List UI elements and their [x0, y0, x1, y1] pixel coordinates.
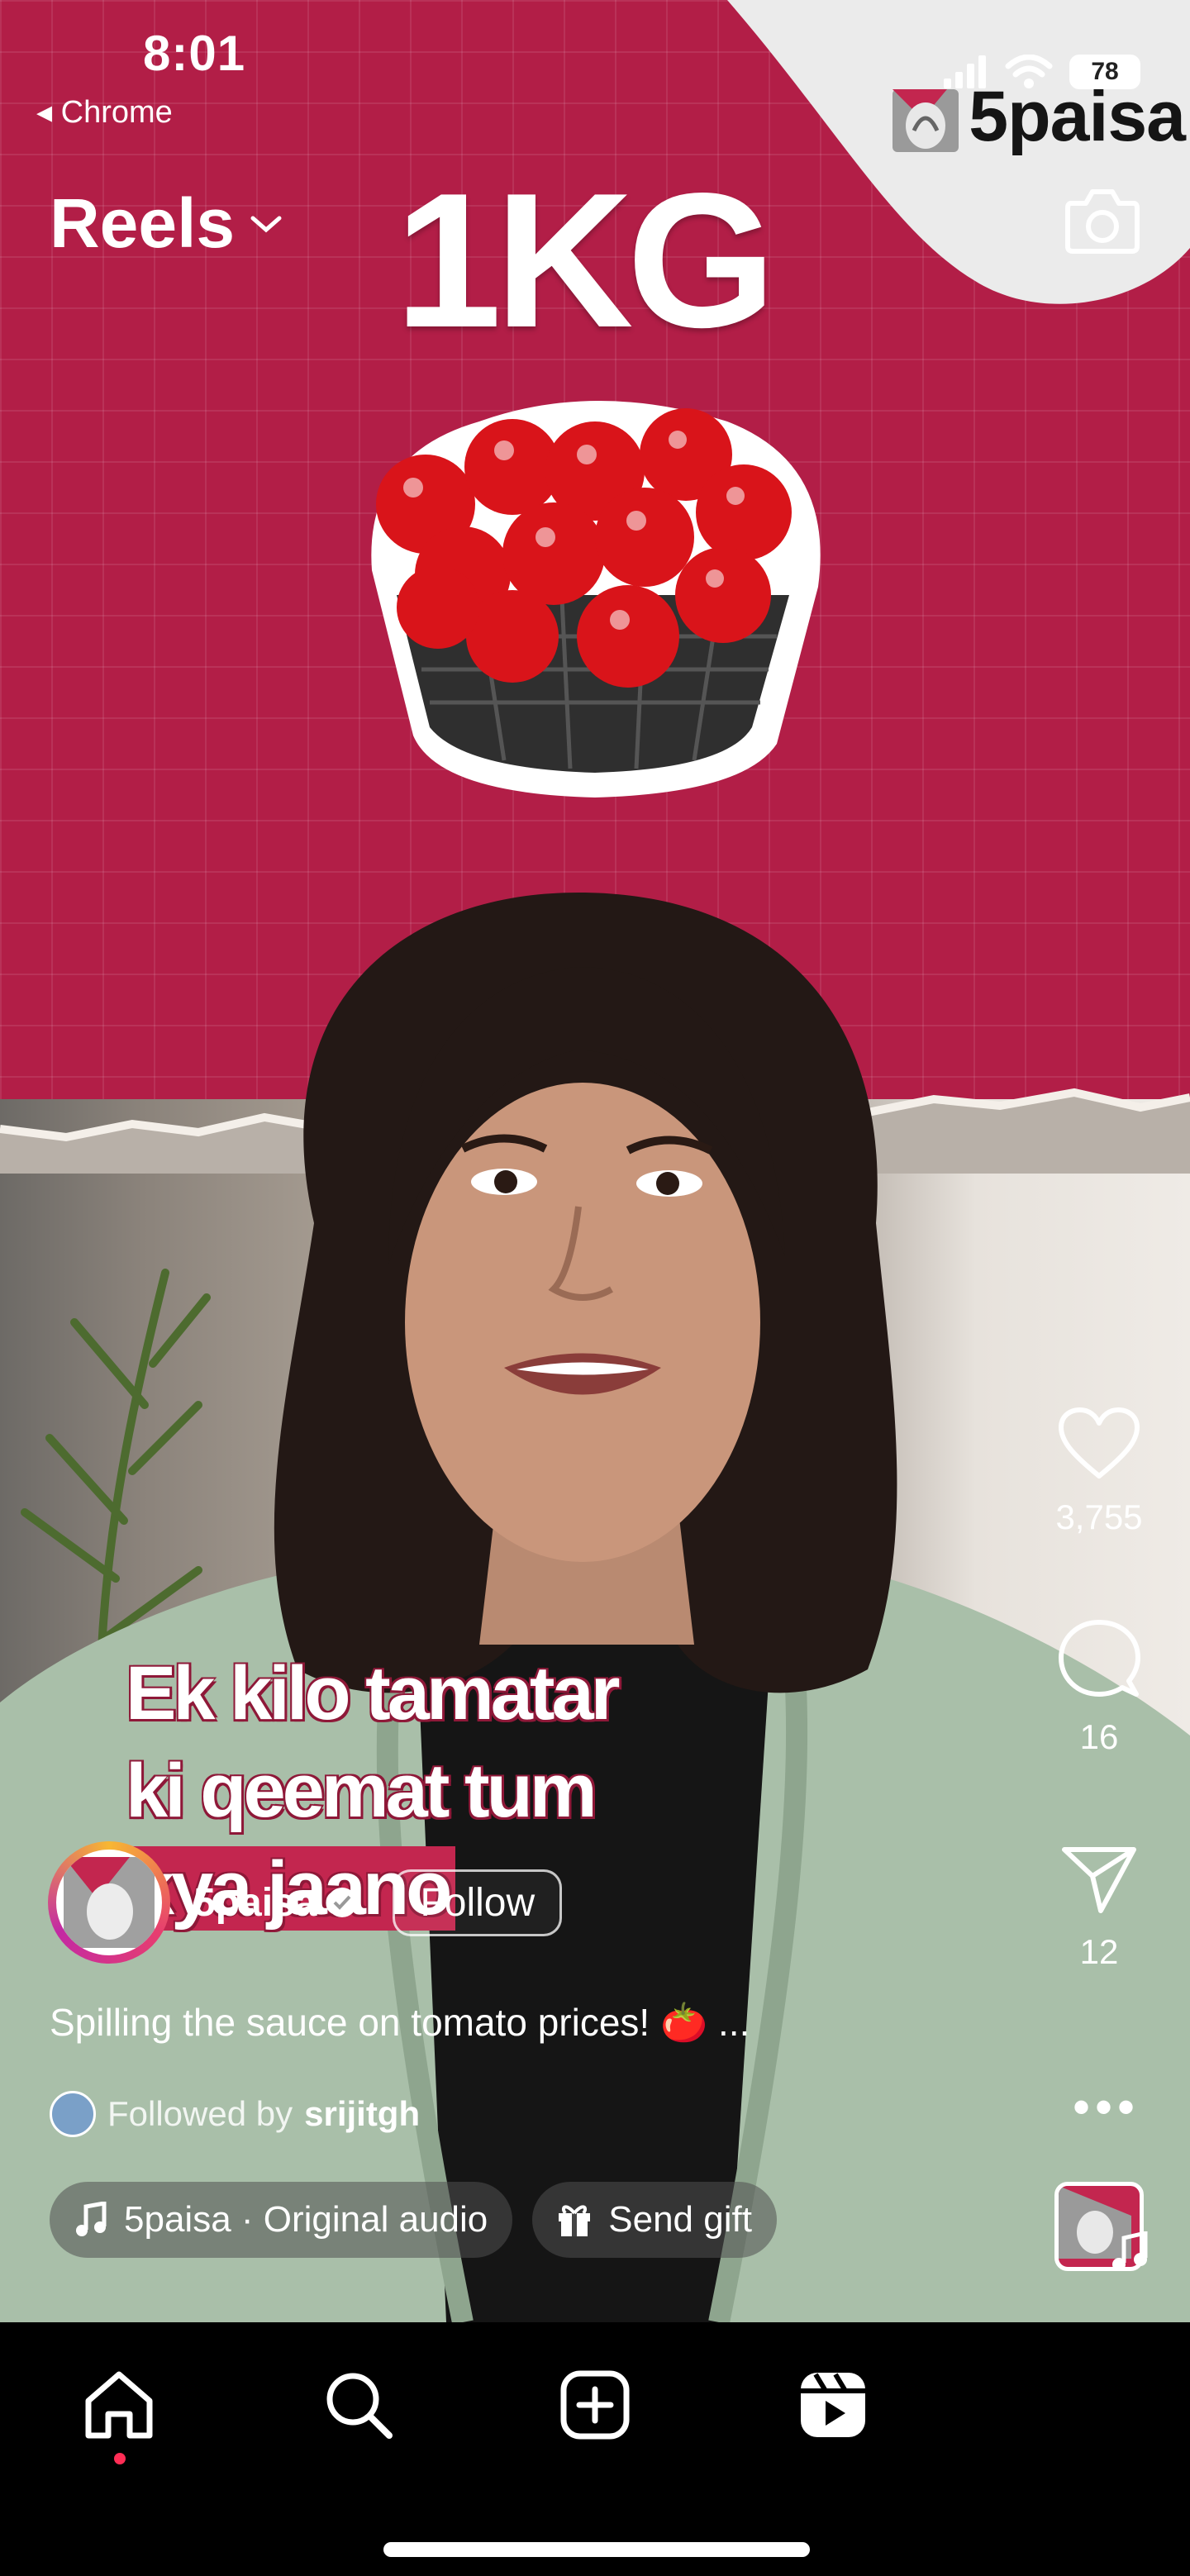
username-text: 5paisa — [193, 1880, 317, 1925]
home-icon — [85, 2371, 153, 2439]
create-icon — [560, 2370, 630, 2440]
reels-title-dropdown[interactable]: Reels — [50, 183, 283, 264]
reel-description[interactable]: Spilling the sauce on tomato prices! 🍅 .… — [50, 2000, 750, 2045]
bottom-nav — [0, 2322, 1190, 2576]
home-indicator — [383, 2542, 810, 2557]
status-time: 8:01 — [143, 26, 246, 81]
gift-icon — [559, 2205, 591, 2236]
heart-icon[interactable] — [1056, 1405, 1142, 1481]
reels-screen: 8:01 ◂ Chrome 78 5paisa Reels 1KG Ek kil… — [0, 0, 1190, 2576]
gift-label: Send gift — [608, 2199, 752, 2240]
battery-indicator: 78 — [1069, 55, 1140, 89]
audio-label: 5paisa · Original audio — [124, 2199, 488, 2240]
status-icons: 78 — [942, 55, 1140, 89]
subtitle-line-1: Ek kilo tamatar — [126, 1651, 621, 1736]
audio-pill[interactable]: 5paisa · Original audio — [50, 2182, 513, 2258]
comment-count: 16 — [1079, 1717, 1119, 1756]
reels-title: Reels — [50, 184, 236, 262]
reel-pills: 5paisa · Original audio Send gift — [50, 2182, 777, 2258]
share-action: 12 — [1016, 1845, 1182, 1972]
camera-icon[interactable] — [1064, 183, 1140, 256]
reel-video[interactable]: 8:01 ◂ Chrome 78 5paisa Reels 1KG Ek kil… — [0, 0, 1190, 2322]
follow-button[interactable]: Follow — [393, 1869, 563, 1936]
share-count: 12 — [1079, 1932, 1119, 1971]
avatar-story-ring[interactable] — [48, 1841, 170, 1964]
more-icon[interactable]: ••• — [1073, 2083, 1140, 2132]
home-active-dot — [114, 2453, 126, 2464]
nav-home[interactable] — [78, 2364, 160, 2446]
back-to-app-link[interactable]: ◂ Chrome — [36, 93, 173, 131]
subtitle-line-2: ki qeemat tum — [126, 1749, 597, 1833]
headline-text: 1KG — [395, 154, 776, 368]
like-action: 3,755 — [1016, 1405, 1182, 1537]
followed-by-label: Followed by — [107, 2094, 293, 2133]
signal-icon — [944, 55, 986, 88]
send-gift-button[interactable]: Send gift — [532, 2182, 777, 2258]
username[interactable]: 5paisa — [193, 1880, 358, 1926]
search-icon — [326, 2373, 393, 2439]
nav-reels[interactable] — [792, 2364, 874, 2446]
followed-by-row[interactable]: Followed by srijitgh — [50, 2091, 420, 2137]
nav-create[interactable] — [554, 2364, 636, 2446]
tomato-basket-image — [371, 401, 821, 798]
profile-avatar-icon — [64, 1857, 155, 1948]
verified-badge-icon — [327, 1888, 358, 1917]
music-note-icon — [76, 2202, 107, 2236]
followed-by-user: srijitgh — [304, 2094, 421, 2133]
chevron-down-icon — [250, 216, 282, 232]
share-icon[interactable] — [1061, 1845, 1137, 1916]
nav-search[interactable] — [317, 2364, 400, 2446]
avatar — [56, 1850, 162, 1955]
comment-action: 16 — [1016, 1618, 1182, 1757]
reels-icon — [801, 2373, 865, 2437]
music-note-icon — [1112, 2231, 1148, 2271]
brand-logo-icon — [892, 88, 959, 152]
like-count: 3,755 — [1055, 1498, 1143, 1536]
profile-row: 5paisa Follow — [48, 1841, 563, 1964]
follower-avatar — [50, 2091, 96, 2137]
comment-icon[interactable] — [1058, 1618, 1140, 1701]
wifi-icon — [1005, 55, 1053, 88]
